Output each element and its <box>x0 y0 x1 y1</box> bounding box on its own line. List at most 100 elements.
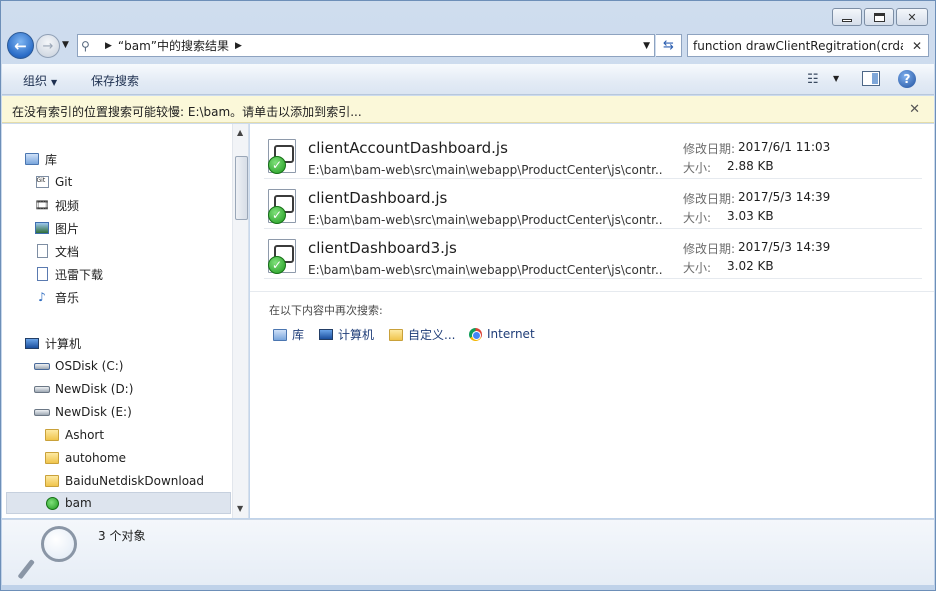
file-name[interactable]: clientDashboard3.js <box>308 239 457 257</box>
maximize-icon <box>873 12 885 22</box>
nav-drive-c[interactable]: OSDisk (C:) <box>34 355 123 377</box>
modified-value: 2017/5/3 14:39 <box>738 190 831 204</box>
close-button[interactable]: ✕ <box>896 8 928 26</box>
nav-drive-label: NewDisk (E:) <box>55 405 132 419</box>
size-value: 2.88 KB <box>727 159 774 173</box>
breadcrumb-separator-icon[interactable]: ▶ <box>235 41 242 51</box>
nav-item-git[interactable]: Git Git <box>34 171 72 193</box>
windows-drive-icon <box>34 358 50 374</box>
command-bar: 组织 ▼ 保存搜索 ☷ ▼ ? <box>2 64 934 95</box>
download-folder-icon <box>34 266 50 282</box>
music-note-icon: ♪ <box>38 290 46 304</box>
git-library-icon: Git <box>34 174 50 190</box>
search-again-internet[interactable]: Internet <box>467 326 535 342</box>
search-again-custom[interactable]: 自定义... <box>388 326 455 343</box>
file-path: E:\bam\bam-web\src\main\webapp\ProductCe… <box>308 213 663 227</box>
folder-icon <box>44 450 60 466</box>
nav-item-pictures[interactable]: 图片 <box>34 217 79 239</box>
forward-arrow-icon: → <box>42 38 54 54</box>
nav-computer-label: 计算机 <box>45 336 82 351</box>
file-name[interactable]: clientAccountDashboard.js <box>308 139 508 157</box>
nav-library-label: 库 <box>45 152 58 167</box>
nav-item-label: 迅雷下载 <box>55 267 104 282</box>
organize-label: 组织 <box>23 74 48 88</box>
computer-icon <box>318 327 334 343</box>
sync-check-icon: ✓ <box>268 256 286 274</box>
search-magnifier-icon <box>17 526 79 582</box>
back-button[interactable]: ← <box>7 32 34 59</box>
organize-button[interactable]: 组织 ▼ <box>23 72 57 89</box>
scroll-up-icon[interactable]: ▲ <box>237 128 243 137</box>
search-again-panel: 在以下内容中再次搜索: 库 计算机 自定义... Internet <box>250 291 934 518</box>
nav-computer[interactable]: 计算机 <box>24 332 81 354</box>
custom-folder-icon <box>388 327 404 343</box>
sync-check-icon: ✓ <box>268 156 286 174</box>
result-item[interactable]: ✓ clientDashboard3.js E:\bam\bam-web\src… <box>264 229 922 279</box>
info-bar-close-icon[interactable]: ✕ <box>909 102 920 117</box>
nav-library[interactable]: 库 <box>24 148 57 170</box>
forward-button[interactable]: → <box>36 34 60 58</box>
refresh-button[interactable]: ⇆ <box>656 34 682 57</box>
change-view-icon[interactable]: ☷ <box>807 72 819 87</box>
preview-pane-icon[interactable] <box>862 71 880 86</box>
view-options-chevron-icon[interactable]: ▼ <box>833 74 839 83</box>
result-item[interactable]: ✓ clientAccountDashboard.js E:\bam\bam-w… <box>264 129 922 179</box>
help-icon[interactable]: ? <box>898 70 916 88</box>
nav-folder-bam[interactable]: bam <box>6 492 231 514</box>
nav-item-label: 音乐 <box>55 290 80 305</box>
size-label: 大小: <box>683 211 712 225</box>
details-pane: 3 个对象 <box>2 519 934 585</box>
sync-check-icon: ✓ <box>268 206 286 224</box>
caption-buttons: ✕ <box>832 8 928 26</box>
pictures-icon <box>34 220 50 236</box>
chevron-down-icon: ▼ <box>51 78 58 87</box>
nav-scrollbar[interactable]: ▲ ▼ <box>232 124 248 518</box>
search-again-library[interactable]: 库 <box>272 326 304 343</box>
save-search-button[interactable]: 保存搜索 <box>91 72 139 89</box>
modified-label: 修改日期: <box>683 142 736 156</box>
clear-search-icon[interactable]: ✕ <box>912 39 922 53</box>
library-icon <box>272 327 288 343</box>
file-name[interactable]: clientDashboard.js <box>308 189 447 207</box>
address-bar[interactable]: ⚲ ▶ “bam”中的搜索结果 ▶ ▼ <box>77 34 655 57</box>
scroll-down-icon[interactable]: ▼ <box>237 504 243 513</box>
chrome-icon <box>467 326 483 342</box>
nav-drive-e[interactable]: NewDisk (E:) <box>34 401 132 423</box>
recent-pages-button[interactable]: ▼ <box>62 40 69 50</box>
documents-icon <box>34 243 50 259</box>
back-arrow-icon: ← <box>14 36 27 55</box>
nav-folder-baidunetdiskdownload[interactable]: BaiduNetdiskDownload <box>44 470 204 492</box>
search-location-icon: ⚲ <box>81 38 90 53</box>
nav-item-music[interactable]: ♪ 音乐 <box>34 286 79 308</box>
breadcrumb-separator-icon[interactable]: ▶ <box>105 41 112 51</box>
nav-item-xunlei-downloads[interactable]: 迅雷下载 <box>34 263 103 285</box>
nav-folder-label: Ashort <box>65 428 105 442</box>
minimize-button[interactable] <box>832 8 862 26</box>
nav-item-videos[interactable]: 🎞 视频 <box>34 194 79 216</box>
address-dropdown-icon[interactable]: ▼ <box>643 41 650 51</box>
index-warning-text[interactable]: 在没有索引的位置搜索可能较慢: E:\bam。请单击以添加到索引... <box>12 103 362 120</box>
size-label: 大小: <box>683 161 712 175</box>
maximize-button[interactable] <box>864 8 894 26</box>
nav-folder-ashort[interactable]: Ashort <box>44 424 104 446</box>
nav-item-label: 视频 <box>55 198 80 213</box>
modified-value: 2017/6/1 11:03 <box>738 140 831 154</box>
nav-folder-autohome[interactable]: autohome <box>44 447 126 469</box>
search-input[interactable]: function drawClientRegitration(crdat ✕ <box>687 34 929 57</box>
nav-item-documents[interactable]: 文档 <box>34 240 79 262</box>
search-again-computer[interactable]: 计算机 <box>318 326 374 343</box>
nav-drive-label: OSDisk (C:) <box>55 359 124 373</box>
result-item[interactable]: ✓ clientDashboard.js E:\bam\bam-web\src\… <box>264 179 922 229</box>
close-icon: ✕ <box>907 10 917 24</box>
nav-drive-d[interactable]: NewDisk (D:) <box>34 378 133 400</box>
search-query-text[interactable]: function drawClientRegitration(crdat <box>688 39 903 53</box>
scroll-thumb[interactable] <box>235 156 248 220</box>
drive-icon <box>34 404 50 420</box>
breadcrumb-search-results[interactable]: “bam”中的搜索结果 <box>118 37 229 54</box>
library-icon <box>24 151 40 167</box>
nav-item-label: 图片 <box>55 221 80 236</box>
info-bar[interactable]: 在没有索引的位置搜索可能较慢: E:\bam。请单击以添加到索引... ✕ <box>2 96 934 123</box>
size-value: 3.02 KB <box>727 259 774 273</box>
search-again-title: 在以下内容中再次搜索: <box>269 304 383 317</box>
nav-drive-label: NewDisk (D:) <box>55 382 134 396</box>
